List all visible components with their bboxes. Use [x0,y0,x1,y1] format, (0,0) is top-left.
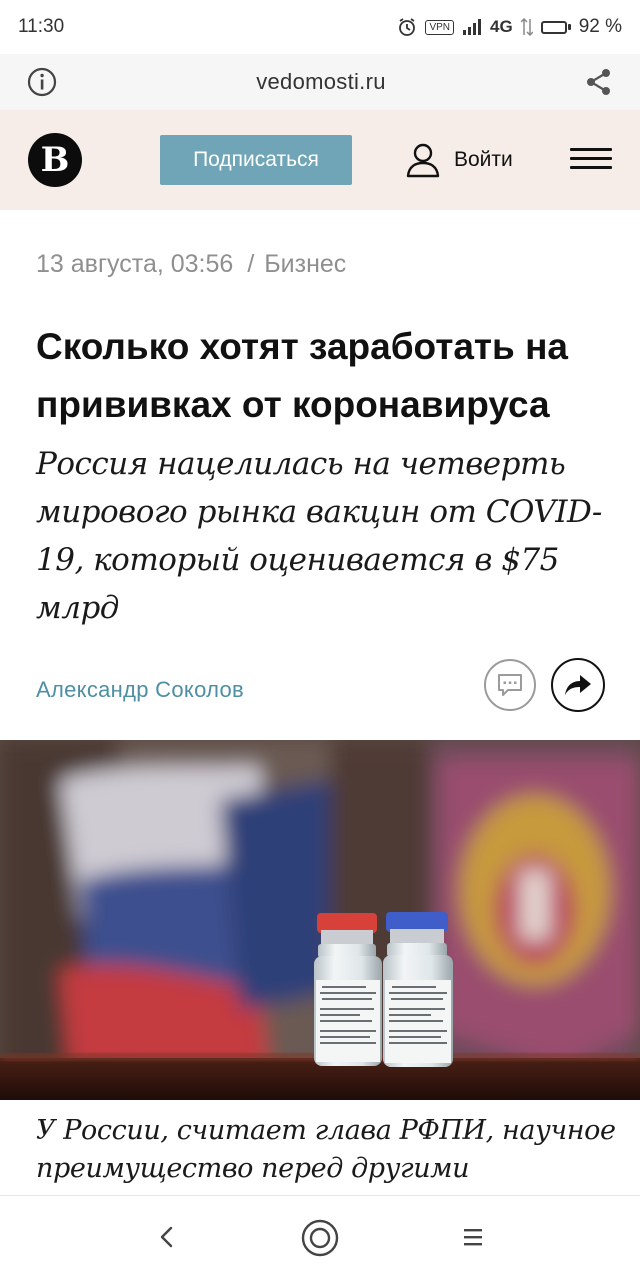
vaccine-photo-illustration [0,740,640,1100]
article-author[interactable]: Александр Соколов [36,677,244,703]
site-header: В Подписаться Войти [0,110,640,210]
menu-hamburger-icon[interactable] [570,148,612,172]
article-lead: Россия нацелилась на четверть мирового р… [36,446,602,626]
article-photo [0,740,640,1100]
comments-button[interactable] [484,659,536,711]
network-label: 4G [490,17,513,36]
comment-icon [498,674,522,696]
article-meta: 13 августа, 03:56 / Бизнес [36,250,346,279]
url-text[interactable]: vedomosti.ru [256,69,386,95]
status-bar: 11:30 VPN 4G 92 % [0,0,640,54]
system-nav-bar [0,1195,640,1280]
back-icon[interactable] [152,1222,182,1252]
user-icon [406,143,440,178]
photo-caption: У России, считает глава РФПИ, научное пр… [36,1115,616,1184]
battery-percent: 92 % [578,16,622,37]
browser-url-bar: vedomosti.ru [0,54,640,110]
signal-icon [463,19,481,35]
article-share-button[interactable] [551,658,605,712]
article-rubric[interactable]: Бизнес [264,250,346,278]
vedomosti-logo[interactable]: В [28,133,82,187]
status-icons: VPN 4G 92 % [397,16,622,38]
subscribe-button[interactable]: Подписаться [160,135,352,185]
alarm-icon [399,18,416,36]
article-headline: Сколько хотят заработать на прививках от… [36,326,569,425]
info-icon[interactable] [26,66,58,98]
menu-icon[interactable] [458,1222,488,1252]
vpn-badge: VPN [425,19,454,35]
share-arrow-icon [565,675,591,695]
meta-separator: / [247,250,255,278]
login-button[interactable]: Войти [406,140,513,180]
status-time: 11:30 [18,16,65,37]
article-date: 13 августа, 03:56 [36,250,234,278]
login-label: Войти [454,148,513,171]
share-icon[interactable] [584,67,614,97]
home-icon[interactable] [300,1218,340,1258]
battery-icon [540,20,571,34]
data-transfer-icon [520,18,533,36]
